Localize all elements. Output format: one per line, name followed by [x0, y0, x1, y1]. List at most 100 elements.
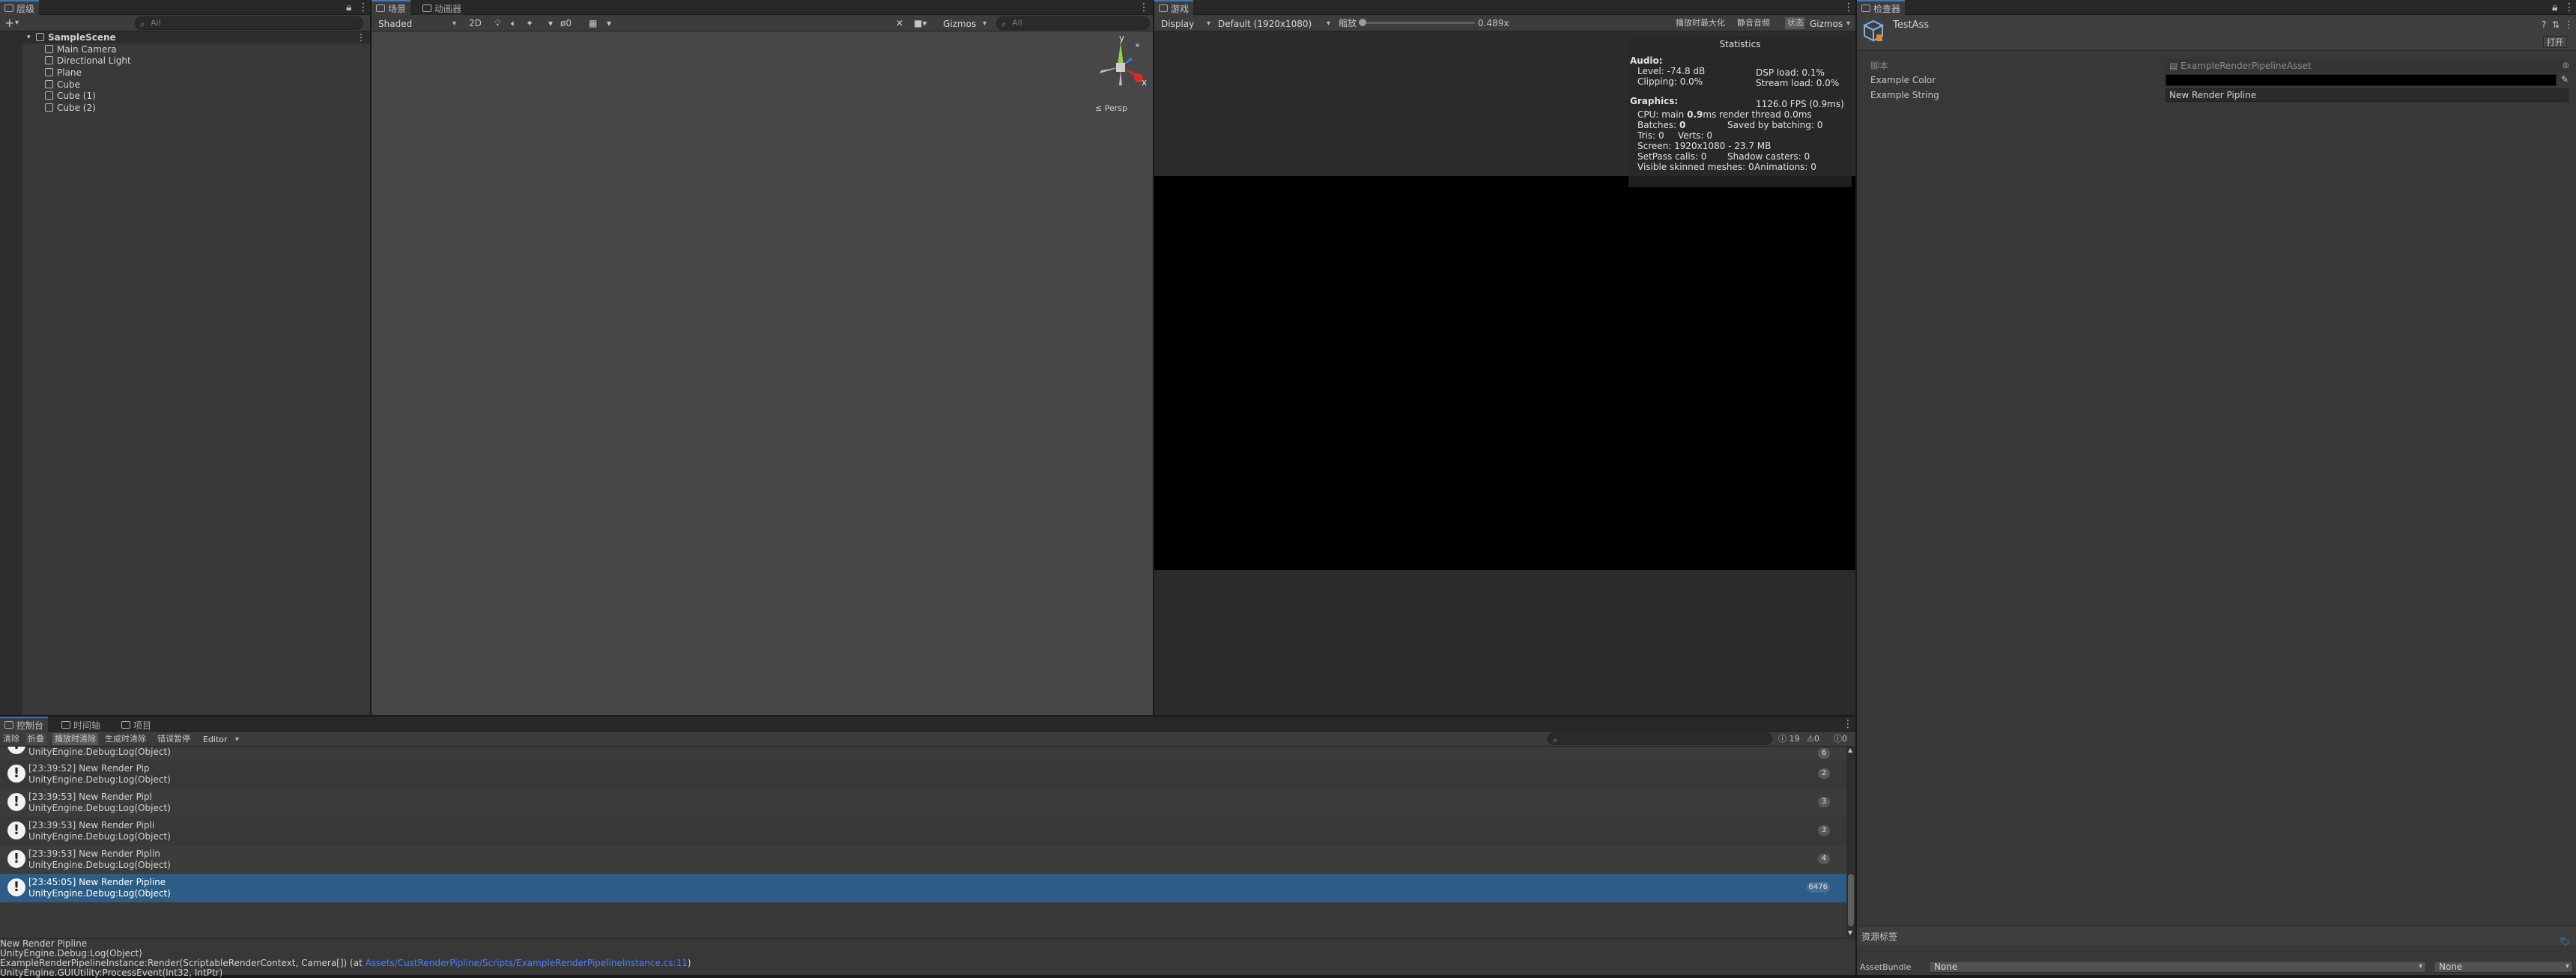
console-row-partial[interactable]: ! UnityEngine.Debug:Log(Object) 6: [0, 747, 1846, 760]
asset-bundle-dropdown[interactable]: None: [1929, 961, 2426, 973]
tab-console[interactable]: 控制台: [0, 717, 49, 732]
hidden-objects-toggle[interactable]: ø0: [560, 17, 572, 29]
scale-slider-thumb[interactable]: [1359, 19, 1366, 26]
lock-icon[interactable]: 🔒︎: [2552, 1, 2557, 13]
display-dropdown[interactable]: Display 1: [1156, 16, 1214, 43]
hierarchy-item-main-camera[interactable]: Main Camera: [45, 43, 117, 55]
tab-project[interactable]: 项目: [117, 717, 157, 732]
example-string-field[interactable]: New Render Pipline: [2166, 88, 2569, 102]
clear-on-build-button[interactable]: 生成时清除: [105, 733, 146, 745]
verts: Verts: 0: [1678, 130, 1713, 141]
create-dropdown-icon[interactable]: ▾: [15, 17, 19, 29]
scroll-down-icon[interactable]: ▼: [1848, 929, 1852, 936]
fx-toggle-icon[interactable]: ✦: [526, 17, 533, 29]
scrollbar-thumb[interactable]: [1848, 874, 1854, 926]
game-gizmos-dropdown[interactable]: Gizmos: [1804, 16, 1854, 31]
scene-gizmos-dropdown[interactable]: Gizmos: [938, 16, 990, 31]
scene-search-input[interactable]: ⌕ All: [996, 16, 1150, 30]
error-pause-button[interactable]: 错误暂停: [157, 733, 190, 745]
resolution-dropdown[interactable]: Default (1920x1080): [1213, 16, 1334, 31]
more-options-icon[interactable]: ⋮: [2564, 1, 2575, 13]
tab-inspector[interactable]: 检查器: [1857, 0, 1906, 15]
asset-bundle-variant-dropdown[interactable]: None: [2434, 961, 2573, 973]
statistics-overlay: Statistics Audio: Level: -74.8 dB Clippi…: [1628, 36, 1852, 187]
hierarchy-toolbar: + ▾ ⌕ All: [0, 15, 370, 31]
eyedropper-icon[interactable]: ✎: [2561, 74, 2569, 85]
preset-icon[interactable]: ⇅: [2552, 19, 2560, 30]
object-picker-icon[interactable]: ◎: [2563, 61, 2569, 70]
warning-count-toggle[interactable]: ⚠0: [1807, 733, 1819, 745]
more-options-icon[interactable]: ⋮: [1843, 718, 1853, 730]
shading-mode-dropdown[interactable]: Shaded: [373, 16, 460, 31]
log-count-toggle[interactable]: ⓘ 19: [1778, 733, 1800, 745]
more-options-icon[interactable]: ⋮: [1139, 1, 1149, 13]
scene-more-icon[interactable]: ⋮: [357, 31, 366, 43]
tab-timeline[interactable]: 时间轴: [57, 717, 106, 732]
gizmo-neg-y-axis[interactable]: [1119, 70, 1122, 85]
gizmo-y-axis[interactable]: [1118, 43, 1124, 65]
stats-toggle[interactable]: 状态: [1785, 17, 1806, 29]
toggle-2d-button[interactable]: 2D: [469, 17, 482, 29]
asset-bundle-label: AssetBundle: [1860, 962, 1912, 972]
maximize-on-play-toggle[interactable]: 播放时最大化: [1676, 17, 1725, 29]
hierarchy-item-cube-1[interactable]: Cube (1): [45, 90, 96, 102]
tab-hierarchy[interactable]: 层级: [0, 0, 40, 15]
hierarchy-item-cube-2[interactable]: Cube (2): [45, 102, 96, 114]
script-label: 脚本: [1870, 61, 1889, 71]
hierarchy-panel: 层级 🔒︎ ⋮ + ▾ ⌕ All ▾ SampleScene ⋮ Main C…: [0, 0, 370, 715]
console-row-selected[interactable]: ! [23:45:05] New Render Pipline UnityEngi…: [0, 874, 1846, 902]
camera-settings-icon[interactable]: ■▾: [914, 17, 927, 29]
open-button[interactable]: 打开: [2543, 36, 2567, 48]
scene-orientation-gizmo[interactable]: 🔒︎ y x: [1089, 31, 1153, 129]
scale-slider[interactable]: [1359, 19, 1475, 26]
hierarchy-item-directional-light[interactable]: Directional Light: [45, 55, 131, 67]
grid-dropdown-icon[interactable]: ▾: [607, 17, 611, 29]
mute-audio-toggle[interactable]: 静音音频: [1737, 17, 1770, 29]
example-color-field[interactable]: [2166, 74, 2557, 86]
help-icon[interactable]: ?: [2542, 19, 2546, 30]
scroll-up-icon[interactable]: ▲: [1848, 747, 1852, 753]
label-tag-icon[interactable]: 🏷︎: [2560, 937, 2570, 947]
hierarchy-item-cube[interactable]: Cube: [45, 79, 80, 91]
gizmo-center-cube[interactable]: [1116, 63, 1125, 72]
console-scrollbar[interactable]: ▲ ▼: [1846, 747, 1855, 938]
lock-icon[interactable]: 🔒︎: [1136, 41, 1139, 49]
expand-arrow-icon[interactable]: ▾: [27, 31, 31, 43]
more-options-icon[interactable]: ⋮: [2564, 19, 2574, 31]
gamepad-icon: [1159, 4, 1168, 12]
tab-game[interactable]: 游戏: [1154, 0, 1194, 15]
console-row[interactable]: ! [23:39:53] New Render Pipl UnityEngine.…: [0, 789, 1846, 817]
tab-scene[interactable]: 场景: [372, 0, 411, 15]
lock-icon[interactable]: 🔒︎: [346, 1, 351, 13]
projection-toggle[interactable]: ≤ Persp: [1095, 103, 1127, 113]
console-panel: 控制台 时间轴 项目 ⋮ 清除 折叠 播放时清除 生成时清除 错误暂停 Edit…: [0, 717, 1855, 978]
more-options-icon[interactable]: ⋮: [1843, 1, 1854, 13]
more-options-icon[interactable]: ⋮: [358, 1, 369, 13]
error-count-toggle[interactable]: ⓘ0: [1834, 733, 1847, 745]
create-button[interactable]: +: [4, 17, 14, 29]
tab-animator[interactable]: 动画器: [418, 0, 467, 15]
game-toolbar: Display 1 Default (1920x1080) 缩放 0.489x …: [1154, 15, 1855, 43]
console-row[interactable]: ! [23:39:52] New Render Pip UnityEngine.D…: [0, 760, 1846, 789]
fx-dropdown-icon[interactable]: ▾: [548, 17, 553, 29]
console-row[interactable]: ! [23:39:53] New Render Pipli UnityEngine…: [0, 817, 1846, 845]
lighting-toggle-icon[interactable]: 💡︎: [494, 17, 500, 29]
tools-icon[interactable]: ✕: [896, 17, 903, 29]
clear-on-play-button[interactable]: 播放时清除: [52, 733, 98, 745]
scene-viewport[interactable]: 🔒︎ y x ≤ Persp: [372, 31, 1153, 715]
collapse-count-badge: 3: [1818, 797, 1830, 807]
collapse-button[interactable]: 折叠: [25, 733, 46, 745]
console-detail-area: New Render Pipline UnityEngine.Debug:Log…: [0, 938, 1855, 978]
console-search-input[interactable]: ⌕: [1548, 732, 1772, 745]
hierarchy-search-input[interactable]: ⌕ All: [135, 16, 363, 30]
clear-button[interactable]: 清除: [3, 733, 19, 745]
hierarchy-item-plane[interactable]: Plane: [45, 67, 82, 79]
editor-dropdown[interactable]: Editor: [198, 732, 243, 747]
source-file-link[interactable]: Assets/CustRenderPipline/Scripts/Example…: [366, 958, 688, 968]
audio-toggle-icon[interactable]: 🔈︎: [511, 17, 516, 29]
scale-label: 缩放: [1339, 18, 1357, 28]
scene-root[interactable]: ▾ SampleScene ⋮: [0, 31, 370, 43]
game-view[interactable]: Statistics Audio: Level: -74.8 dB Clippi…: [1154, 31, 1855, 715]
console-row[interactable]: ! [23:39:53] New Render Piplin UnityEngin…: [0, 845, 1846, 874]
grid-toggle-icon[interactable]: ▦: [589, 17, 597, 29]
